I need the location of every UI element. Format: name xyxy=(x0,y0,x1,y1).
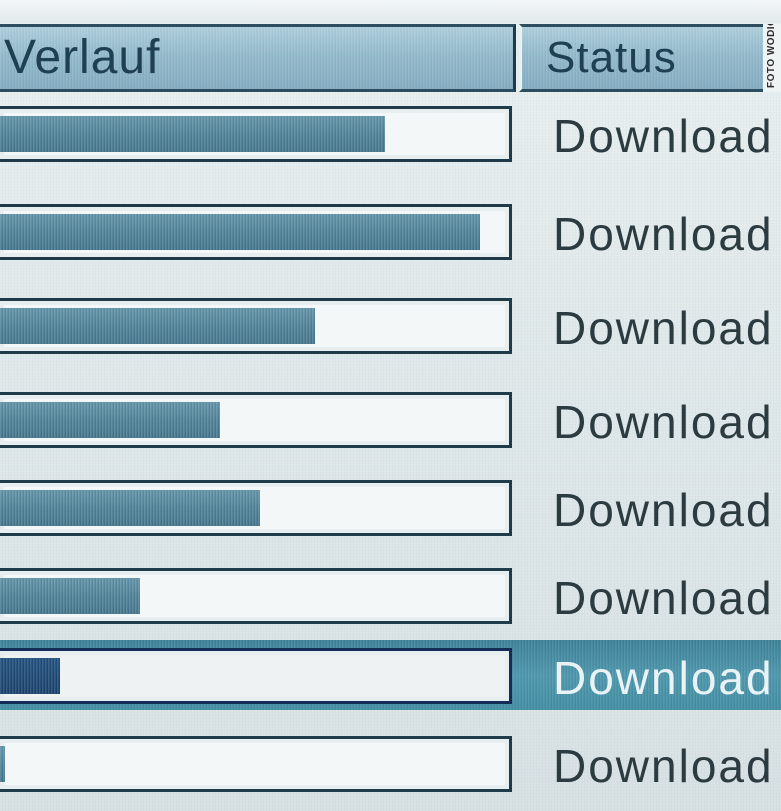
progress-bar-fill xyxy=(0,402,220,438)
column-header-verlauf[interactable]: Verlauf xyxy=(0,24,516,92)
progress-bar xyxy=(0,204,512,260)
download-row[interactable]: Download xyxy=(0,290,781,360)
status-text: Download xyxy=(553,740,774,792)
status-text: Download xyxy=(553,302,774,354)
download-row[interactable]: Download xyxy=(0,472,781,542)
column-header-status[interactable]: Status xyxy=(519,24,763,92)
status-text: Download xyxy=(553,652,774,704)
column-header-status-label: Status xyxy=(546,33,677,82)
status-text: Download xyxy=(553,110,774,162)
progress-bar xyxy=(0,106,512,162)
photo-credit-text: FOTO WODICKA xyxy=(766,24,777,88)
progress-bar-fill xyxy=(0,490,260,526)
download-row[interactable]: Download xyxy=(0,384,781,454)
progress-bar xyxy=(0,392,512,448)
progress-bar xyxy=(0,298,512,354)
progress-bar-fill xyxy=(0,578,140,614)
progress-bar-fill xyxy=(0,116,385,152)
status-text: Download xyxy=(553,572,774,624)
download-list-screen: Verlauf Status FOTO WODICKA Download Dow… xyxy=(0,0,781,811)
status-text: Download xyxy=(553,396,774,448)
status-text: Download xyxy=(553,208,774,260)
download-row[interactable]: Download xyxy=(0,98,781,168)
status-text: Download xyxy=(553,484,774,536)
progress-bar xyxy=(0,568,512,624)
photo-credit-watermark: FOTO WODICKA xyxy=(763,24,781,92)
progress-bar xyxy=(0,648,512,704)
progress-bar-fill xyxy=(0,746,5,782)
progress-bar-fill xyxy=(0,214,480,250)
progress-bar-fill xyxy=(0,658,60,694)
column-header-verlauf-label: Verlauf xyxy=(4,31,161,84)
download-row[interactable]: Download xyxy=(0,196,781,266)
progress-bar xyxy=(0,736,512,792)
download-row[interactable]: Download xyxy=(0,560,781,630)
progress-bar xyxy=(0,480,512,536)
progress-bar-fill xyxy=(0,308,315,344)
top-border xyxy=(0,0,781,22)
download-row-selected[interactable]: Download xyxy=(0,640,781,710)
download-row[interactable]: Download xyxy=(0,728,781,798)
